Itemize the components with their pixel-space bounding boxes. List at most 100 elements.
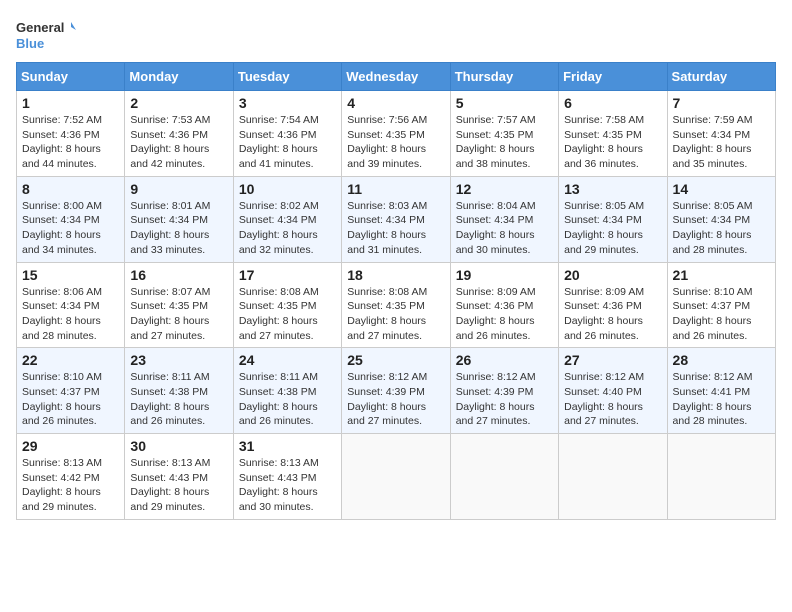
- day-info: Sunrise: 8:01 AMSunset: 4:34 PMDaylight:…: [130, 200, 210, 256]
- day-info: Sunrise: 8:02 AMSunset: 4:34 PMDaylight:…: [239, 200, 319, 256]
- calendar-day-cell: 1 Sunrise: 7:52 AMSunset: 4:36 PMDayligh…: [17, 91, 125, 177]
- day-number: 14: [673, 181, 770, 197]
- day-info: Sunrise: 8:13 AMSunset: 4:43 PMDaylight:…: [130, 457, 210, 513]
- weekday-header: Saturday: [667, 63, 775, 91]
- day-number: 17: [239, 267, 336, 283]
- day-info: Sunrise: 8:10 AMSunset: 4:37 PMDaylight:…: [22, 371, 102, 427]
- calendar-day-cell: 23 Sunrise: 8:11 AMSunset: 4:38 PMDaylig…: [125, 348, 233, 434]
- calendar-day-cell: 24 Sunrise: 8:11 AMSunset: 4:38 PMDaylig…: [233, 348, 341, 434]
- calendar-day-cell: 6 Sunrise: 7:58 AMSunset: 4:35 PMDayligh…: [559, 91, 667, 177]
- calendar-day-cell: 9 Sunrise: 8:01 AMSunset: 4:34 PMDayligh…: [125, 176, 233, 262]
- day-info: Sunrise: 8:11 AMSunset: 4:38 PMDaylight:…: [130, 371, 209, 427]
- calendar-day-cell: 7 Sunrise: 7:59 AMSunset: 4:34 PMDayligh…: [667, 91, 775, 177]
- calendar-day-cell: 20 Sunrise: 8:09 AMSunset: 4:36 PMDaylig…: [559, 262, 667, 348]
- calendar-table: SundayMondayTuesdayWednesdayThursdayFrid…: [16, 62, 776, 520]
- calendar-day-cell: 22 Sunrise: 8:10 AMSunset: 4:37 PMDaylig…: [17, 348, 125, 434]
- day-number: 9: [130, 181, 227, 197]
- calendar-day-cell: 29 Sunrise: 8:13 AMSunset: 4:42 PMDaylig…: [17, 434, 125, 520]
- calendar-day-cell: [342, 434, 450, 520]
- day-info: Sunrise: 8:07 AMSunset: 4:35 PMDaylight:…: [130, 286, 210, 342]
- calendar-day-cell: 12 Sunrise: 8:04 AMSunset: 4:34 PMDaylig…: [450, 176, 558, 262]
- svg-text:General: General: [16, 20, 64, 35]
- calendar-day-cell: [559, 434, 667, 520]
- day-info: Sunrise: 8:12 AMSunset: 4:41 PMDaylight:…: [673, 371, 753, 427]
- day-number: 15: [22, 267, 119, 283]
- logo-svg: General Blue: [16, 16, 76, 54]
- day-info: Sunrise: 7:56 AMSunset: 4:35 PMDaylight:…: [347, 114, 427, 170]
- calendar-day-cell: 31 Sunrise: 8:13 AMSunset: 4:43 PMDaylig…: [233, 434, 341, 520]
- day-number: 1: [22, 95, 119, 111]
- day-info: Sunrise: 8:12 AMSunset: 4:39 PMDaylight:…: [347, 371, 427, 427]
- calendar-week-row: 1 Sunrise: 7:52 AMSunset: 4:36 PMDayligh…: [17, 91, 776, 177]
- day-number: 25: [347, 352, 444, 368]
- calendar-day-cell: [667, 434, 775, 520]
- day-number: 16: [130, 267, 227, 283]
- calendar-day-cell: 19 Sunrise: 8:09 AMSunset: 4:36 PMDaylig…: [450, 262, 558, 348]
- calendar-day-cell: 16 Sunrise: 8:07 AMSunset: 4:35 PMDaylig…: [125, 262, 233, 348]
- day-number: 6: [564, 95, 661, 111]
- day-info: Sunrise: 8:05 AMSunset: 4:34 PMDaylight:…: [564, 200, 644, 256]
- calendar-day-cell: 17 Sunrise: 8:08 AMSunset: 4:35 PMDaylig…: [233, 262, 341, 348]
- weekday-header: Wednesday: [342, 63, 450, 91]
- calendar-day-cell: 2 Sunrise: 7:53 AMSunset: 4:36 PMDayligh…: [125, 91, 233, 177]
- day-number: 29: [22, 438, 119, 454]
- calendar-day-cell: 27 Sunrise: 8:12 AMSunset: 4:40 PMDaylig…: [559, 348, 667, 434]
- calendar-day-cell: 11 Sunrise: 8:03 AMSunset: 4:34 PMDaylig…: [342, 176, 450, 262]
- calendar-day-cell: [450, 434, 558, 520]
- day-info: Sunrise: 8:13 AMSunset: 4:43 PMDaylight:…: [239, 457, 319, 513]
- day-number: 7: [673, 95, 770, 111]
- day-number: 18: [347, 267, 444, 283]
- day-number: 2: [130, 95, 227, 111]
- day-number: 4: [347, 95, 444, 111]
- calendar-day-cell: 25 Sunrise: 8:12 AMSunset: 4:39 PMDaylig…: [342, 348, 450, 434]
- day-number: 12: [456, 181, 553, 197]
- day-info: Sunrise: 8:13 AMSunset: 4:42 PMDaylight:…: [22, 457, 102, 513]
- calendar-day-cell: 5 Sunrise: 7:57 AMSunset: 4:35 PMDayligh…: [450, 91, 558, 177]
- day-info: Sunrise: 8:08 AMSunset: 4:35 PMDaylight:…: [347, 286, 427, 342]
- calendar-day-cell: 8 Sunrise: 8:00 AMSunset: 4:34 PMDayligh…: [17, 176, 125, 262]
- day-number: 31: [239, 438, 336, 454]
- day-number: 27: [564, 352, 661, 368]
- day-number: 5: [456, 95, 553, 111]
- day-number: 21: [673, 267, 770, 283]
- day-number: 10: [239, 181, 336, 197]
- day-number: 28: [673, 352, 770, 368]
- day-info: Sunrise: 7:59 AMSunset: 4:34 PMDaylight:…: [673, 114, 753, 170]
- logo: General Blue: [16, 16, 76, 54]
- day-info: Sunrise: 8:09 AMSunset: 4:36 PMDaylight:…: [564, 286, 644, 342]
- calendar-week-row: 8 Sunrise: 8:00 AMSunset: 4:34 PMDayligh…: [17, 176, 776, 262]
- day-number: 30: [130, 438, 227, 454]
- day-info: Sunrise: 8:03 AMSunset: 4:34 PMDaylight:…: [347, 200, 427, 256]
- day-number: 3: [239, 95, 336, 111]
- calendar-day-cell: 21 Sunrise: 8:10 AMSunset: 4:37 PMDaylig…: [667, 262, 775, 348]
- weekday-header-row: SundayMondayTuesdayWednesdayThursdayFrid…: [17, 63, 776, 91]
- day-number: 11: [347, 181, 444, 197]
- weekday-header: Monday: [125, 63, 233, 91]
- day-info: Sunrise: 8:04 AMSunset: 4:34 PMDaylight:…: [456, 200, 536, 256]
- weekday-header: Sunday: [17, 63, 125, 91]
- calendar-week-row: 29 Sunrise: 8:13 AMSunset: 4:42 PMDaylig…: [17, 434, 776, 520]
- day-number: 13: [564, 181, 661, 197]
- svg-text:Blue: Blue: [16, 36, 44, 51]
- day-number: 24: [239, 352, 336, 368]
- calendar-week-row: 15 Sunrise: 8:06 AMSunset: 4:34 PMDaylig…: [17, 262, 776, 348]
- day-info: Sunrise: 8:05 AMSunset: 4:34 PMDaylight:…: [673, 200, 753, 256]
- page-header: General Blue: [16, 16, 776, 54]
- day-info: Sunrise: 8:08 AMSunset: 4:35 PMDaylight:…: [239, 286, 319, 342]
- calendar-day-cell: 10 Sunrise: 8:02 AMSunset: 4:34 PMDaylig…: [233, 176, 341, 262]
- day-number: 22: [22, 352, 119, 368]
- day-info: Sunrise: 7:58 AMSunset: 4:35 PMDaylight:…: [564, 114, 644, 170]
- calendar-day-cell: 26 Sunrise: 8:12 AMSunset: 4:39 PMDaylig…: [450, 348, 558, 434]
- calendar-day-cell: 28 Sunrise: 8:12 AMSunset: 4:41 PMDaylig…: [667, 348, 775, 434]
- day-info: Sunrise: 8:11 AMSunset: 4:38 PMDaylight:…: [239, 371, 318, 427]
- day-number: 26: [456, 352, 553, 368]
- calendar-week-row: 22 Sunrise: 8:10 AMSunset: 4:37 PMDaylig…: [17, 348, 776, 434]
- day-number: 23: [130, 352, 227, 368]
- calendar-day-cell: 4 Sunrise: 7:56 AMSunset: 4:35 PMDayligh…: [342, 91, 450, 177]
- day-info: Sunrise: 7:53 AMSunset: 4:36 PMDaylight:…: [130, 114, 210, 170]
- day-info: Sunrise: 7:54 AMSunset: 4:36 PMDaylight:…: [239, 114, 319, 170]
- day-number: 20: [564, 267, 661, 283]
- calendar-day-cell: 14 Sunrise: 8:05 AMSunset: 4:34 PMDaylig…: [667, 176, 775, 262]
- day-info: Sunrise: 8:09 AMSunset: 4:36 PMDaylight:…: [456, 286, 536, 342]
- day-number: 19: [456, 267, 553, 283]
